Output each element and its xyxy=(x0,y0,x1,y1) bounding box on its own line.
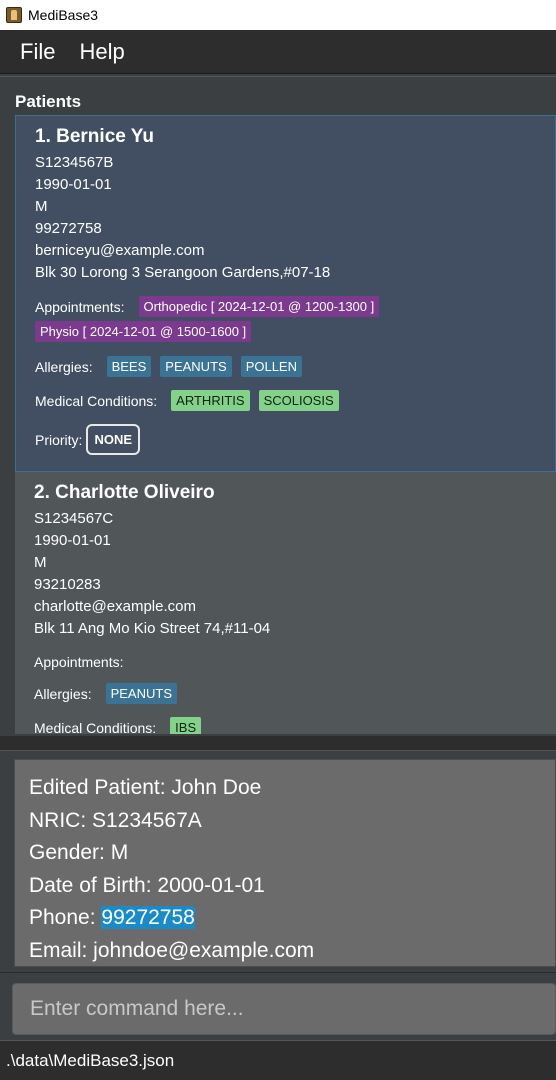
appointments-row: Appointments: Orthopedic [ 2024-12-01 @ … xyxy=(35,296,555,317)
result-line: Edited Patient: John Doe xyxy=(29,776,262,799)
patient-card-selected[interactable]: 1. Bernice Yu S1234567B 1990-01-01 M 992… xyxy=(15,115,556,472)
conditions-row: Medical Conditions: ARTHRITIS SCOLIOSIS xyxy=(35,390,555,411)
appointments-row-2: Physio [ 2024-12-01 @ 1500-1600 ] xyxy=(35,321,555,342)
patient-address: Blk 11 Ang Mo Kio Street 74,#11-04 xyxy=(34,620,271,637)
panel-separator xyxy=(0,736,556,750)
patient-list[interactable]: 1. Bernice Yu S1234567B 1990-01-01 M 992… xyxy=(15,115,556,734)
patient-name: 1. Bernice Yu xyxy=(35,126,154,147)
priority-row: Priority: NONE xyxy=(35,424,555,455)
priority-label: Priority: xyxy=(35,431,83,448)
menu-help[interactable]: Help xyxy=(67,39,136,65)
conditions-row: Medical Conditions: IBS xyxy=(34,717,556,734)
allergies-row: Allergies: PEANUTS xyxy=(34,683,556,704)
patient-nric: S1234567B xyxy=(35,154,114,171)
patient-address: Blk 30 Lorong 3 Serangoon Gardens,#07-18 xyxy=(35,264,331,281)
menu-bar: File Help xyxy=(0,30,556,74)
result-line: Email: johndoe@example.com xyxy=(29,938,315,962)
allergies-label: Allergies: xyxy=(35,358,93,375)
patient-dob: 1990-01-01 xyxy=(34,532,111,549)
command-input[interactable] xyxy=(12,983,556,1035)
allergies-label: Allergies: xyxy=(34,685,92,702)
condition-tag: ARTHRITIS xyxy=(171,390,250,411)
appointment-tag: Orthopedic [ 2024-12-01 @ 1200-1300 ] xyxy=(138,296,380,317)
result-panel: Edited Patient: John Doe NRIC: S1234567A… xyxy=(0,750,556,972)
patient-email: charlotte@example.com xyxy=(34,598,196,615)
result-phone-line: Phone: 99272758 xyxy=(29,902,541,935)
result-line: Date of Birth: 2000-01-01 xyxy=(29,873,265,897)
condition-tag: IBS xyxy=(170,717,202,734)
patient-dob: 1990-01-01 xyxy=(35,176,112,193)
result-line: NRIC: S1234567A xyxy=(29,808,202,832)
data-file-path: .\data\MediBase3.json xyxy=(6,1050,175,1070)
app-icon xyxy=(6,7,22,23)
allergy-tag: POLLEN xyxy=(240,356,302,377)
status-bar: .\data\MediBase3.json xyxy=(0,1040,556,1080)
patient-gender: M xyxy=(34,554,47,571)
result-line: Gender: M xyxy=(29,841,129,864)
command-panel xyxy=(0,972,556,1040)
patient-gender: M xyxy=(35,198,48,215)
allergies-row: Allergies: BEES PEANUTS POLLEN xyxy=(35,356,555,377)
appointments-label: Appointments: xyxy=(34,654,124,670)
patient-email: berniceyu@example.com xyxy=(35,242,205,259)
result-display[interactable]: Edited Patient: John Doe NRIC: S1234567A… xyxy=(14,759,556,967)
patient-list-panel: Patients 1. Bernice Yu S1234567B 1990-01… xyxy=(0,76,556,736)
appointments-row: Appointments: xyxy=(34,654,556,670)
conditions-label: Medical Conditions: xyxy=(35,392,158,409)
condition-tag: SCOLIOSIS xyxy=(258,390,339,411)
patient-phone: 93210283 xyxy=(34,576,101,593)
patient-phone: 99272758 xyxy=(35,220,102,237)
allergy-tag: BEES xyxy=(106,356,152,377)
priority-badge: NONE xyxy=(86,424,141,455)
window-title: MediBase3 xyxy=(28,7,99,23)
patient-card[interactable]: 2. Charlotte Oliveiro S1234567C 1990-01-… xyxy=(15,472,556,734)
title-bar: MediBase3 xyxy=(0,0,556,30)
conditions-label: Medical Conditions: xyxy=(34,719,157,735)
patient-nric: S1234567C xyxy=(34,510,114,527)
result-phone-selected: 99272758 xyxy=(101,906,195,929)
allergy-tag: PEANUTS xyxy=(160,356,232,377)
result-phone-label: Phone: xyxy=(29,906,102,929)
appointment-tag: Physio [ 2024-12-01 @ 1500-1600 ] xyxy=(35,321,252,342)
appointments-label: Appointments: xyxy=(35,298,125,315)
allergy-tag: PEANUTS xyxy=(105,683,177,704)
menu-file[interactable]: File xyxy=(0,39,67,65)
patient-list-header: Patients xyxy=(15,92,82,111)
patient-name: 2. Charlotte Oliveiro xyxy=(34,482,215,503)
